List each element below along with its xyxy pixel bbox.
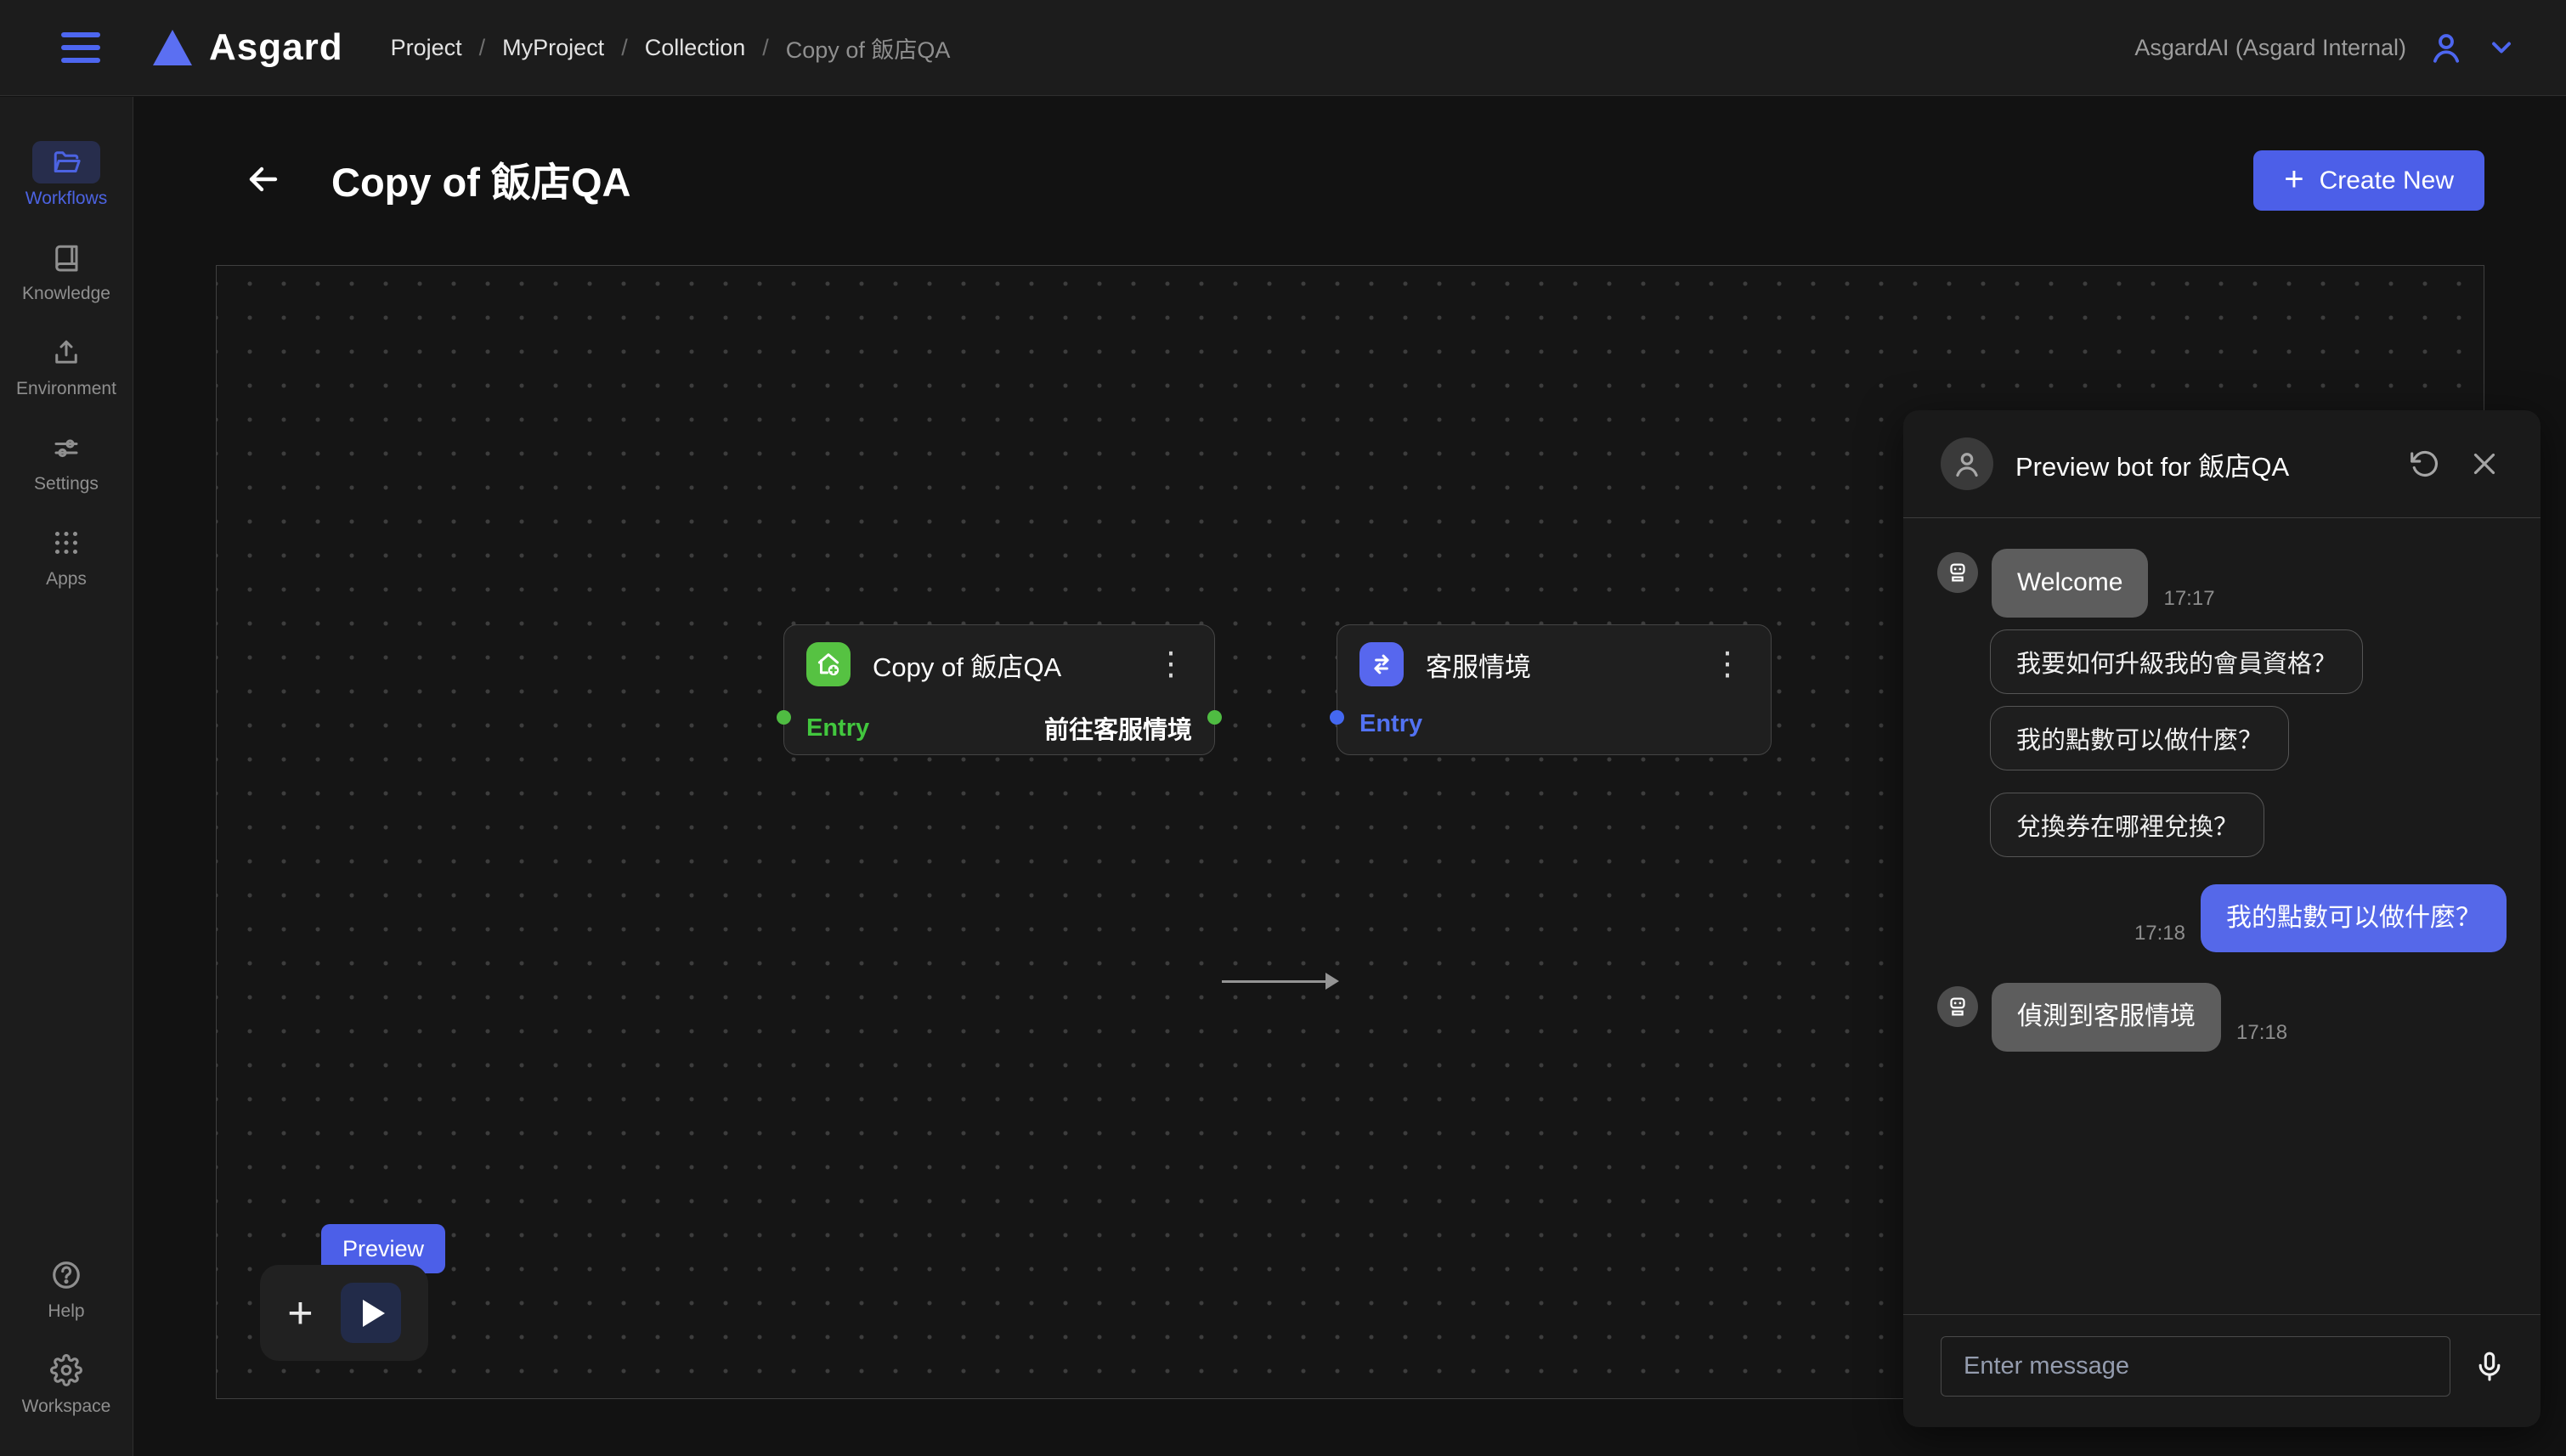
sidebar-item-label: Help — [48, 1301, 84, 1322]
quick-reply-chip[interactable]: 我要如何升級我的會員資格？ — [1990, 629, 2363, 694]
node-entry-label: Entry — [806, 714, 869, 742]
back-arrow-icon[interactable] — [243, 159, 284, 200]
sidebar-item-label: Environment — [16, 379, 116, 399]
preview-label: Preview — [342, 1236, 424, 1262]
reset-chat-button[interactable] — [2406, 445, 2444, 483]
close-chat-button[interactable] — [2466, 445, 2503, 483]
sidebar-item-label: Apps — [46, 569, 87, 590]
refresh-icon — [2410, 449, 2440, 479]
sidebar-item-workspace[interactable]: Workspace — [22, 1349, 111, 1417]
node-title: 客服情境 — [1426, 646, 1684, 684]
chat-message-user: 17:18 我的點數可以做什麼？ — [1937, 884, 2507, 953]
output-port[interactable] — [1207, 710, 1222, 725]
workflow-node-service[interactable]: 客服情境 ⋮ Entry — [1337, 624, 1772, 755]
breadcrumb-current: Copy of 飯店QA — [786, 31, 951, 65]
quick-replies-row-1: 我要如何升級我的會員資格？ — [1990, 629, 2507, 694]
close-icon — [2469, 449, 2500, 479]
hamburger-menu-icon[interactable] — [61, 32, 100, 63]
edge-arrowhead-icon — [1325, 973, 1339, 990]
logo-text: Asgard — [209, 26, 343, 69]
book-icon — [51, 242, 82, 273]
chevron-down-icon[interactable] — [2486, 32, 2517, 63]
quick-replies-row-2: 我的點數可以做什麼？ 兌換券在哪裡兌換？ — [1990, 706, 2507, 857]
sidebar-item-settings[interactable]: Settings — [32, 426, 100, 494]
top-bar: Asgard Project MyProject Collection Copy… — [0, 0, 2566, 96]
page-title: Copy of 飯店QA — [331, 150, 630, 208]
sidebar-item-workflows[interactable]: Workflows — [25, 141, 107, 209]
sidebar-item-help[interactable]: Help — [32, 1254, 100, 1322]
asgard-logo-icon — [153, 30, 192, 65]
bot-avatar — [1941, 437, 1993, 490]
robot-icon — [1937, 552, 1978, 593]
sidebar-item-environment[interactable]: Environment — [16, 331, 116, 399]
robot-icon — [1937, 986, 1978, 1027]
sidebar-item-knowledge[interactable]: Knowledge — [22, 236, 110, 304]
microphone-button[interactable] — [2473, 1350, 2507, 1384]
message-timestamp: 17:17 — [2163, 587, 2214, 611]
kebab-menu-icon[interactable]: ⋮ — [1150, 652, 1192, 677]
breadcrumb-myproject[interactable]: MyProject — [502, 35, 628, 61]
message-bubble: 偵測到客服情境 — [1992, 983, 2221, 1052]
input-port[interactable] — [777, 710, 791, 725]
folder-icon — [51, 147, 82, 178]
sidebar-item-label: Settings — [34, 474, 99, 494]
upload-icon — [51, 337, 82, 368]
message-timestamp: 17:18 — [2236, 1021, 2287, 1045]
sidebar-item-label: Workflows — [25, 189, 107, 209]
microphone-icon — [2473, 1350, 2507, 1384]
sidebar: Workflows Knowledge Environment Settings… — [0, 97, 133, 1456]
swap-arrows-icon — [1359, 642, 1404, 686]
message-bubble: 我的點數可以做什麼？ — [2201, 884, 2507, 953]
run-workflow-button[interactable] — [341, 1283, 401, 1343]
sidebar-item-label: Workspace — [22, 1397, 111, 1417]
message-timestamp: 17:18 — [2134, 922, 2185, 945]
apps-grid-icon — [51, 528, 82, 558]
create-new-button[interactable]: + Create New — [2253, 150, 2484, 211]
message-bubble: Welcome — [1992, 549, 2148, 618]
create-new-label: Create New — [2320, 166, 2454, 195]
sidebar-item-apps[interactable]: Apps — [32, 522, 100, 590]
quick-reply-chip[interactable]: 我的點數可以做什麼？ — [1990, 706, 2289, 770]
chat-message-bot: Welcome 17:17 — [1937, 549, 2507, 618]
gear-icon — [50, 1354, 82, 1386]
breadcrumb-collection[interactable]: Collection — [645, 35, 769, 61]
node-title: Copy of 飯店QA — [873, 646, 1128, 684]
chat-message-bot: 偵測到客服情境 17:18 — [1937, 983, 2507, 1052]
chat-header: Preview bot for 飯店QA — [1903, 410, 2541, 518]
sidebar-item-label: Knowledge — [22, 284, 110, 304]
chat-title: Preview bot for 飯店QA — [2015, 445, 2384, 483]
preview-chat-panel: Preview bot for 飯店QA Welcome 17:17 我要如何升… — [1903, 410, 2541, 1427]
message-input[interactable] — [1941, 1336, 2450, 1397]
plus-icon: + — [2284, 162, 2303, 196]
canvas-toolbar: + — [260, 1265, 428, 1361]
sliders-icon — [51, 432, 82, 463]
node-entry-label: Entry — [1359, 710, 1422, 738]
input-port[interactable] — [1330, 710, 1344, 725]
chat-messages: Welcome 17:17 我要如何升級我的會員資格？ 我的點數可以做什麼？ 兌… — [1903, 518, 2541, 1314]
add-node-button[interactable]: + — [287, 1291, 313, 1335]
node-output-label: 前往客服情境 — [1044, 710, 1192, 746]
user-avatar-icon[interactable] — [2428, 30, 2464, 65]
workflow-node-entry[interactable]: Copy of 飯店QA ⋮ Entry 前往客服情境 — [783, 624, 1215, 755]
chat-input-bar — [1903, 1314, 2541, 1427]
quick-reply-chip[interactable]: 兌換券在哪裡兌換？ — [1990, 793, 2264, 857]
help-icon — [50, 1259, 82, 1291]
kebab-menu-icon[interactable]: ⋮ — [1706, 652, 1749, 677]
home-plus-icon — [806, 642, 851, 686]
edge-connector — [1222, 980, 1325, 983]
breadcrumb: Project MyProject Collection Copy of 飯店Q… — [391, 31, 968, 65]
breadcrumb-project[interactable]: Project — [391, 35, 486, 61]
play-icon — [363, 1300, 385, 1327]
account-label: AsgardAI (Asgard Internal) — [2134, 35, 2406, 61]
